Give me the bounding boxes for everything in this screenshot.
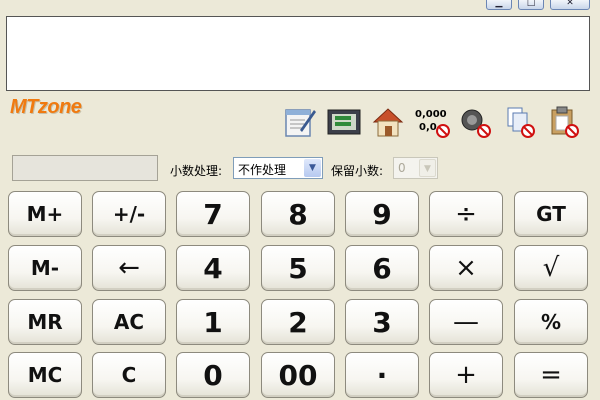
memory-clear-key[interactable]: MC bbox=[8, 352, 82, 398]
history-icon bbox=[327, 109, 361, 135]
sound-button[interactable] bbox=[458, 104, 494, 140]
percent-key[interactable]: % bbox=[514, 299, 588, 345]
all-clear-key[interactable]: AC bbox=[92, 299, 166, 345]
decimal-mode-select[interactable]: 不作处理 ▼ bbox=[233, 157, 323, 179]
digit-5-key[interactable]: 5 bbox=[261, 245, 335, 291]
memory-add-key[interactable]: M+ bbox=[8, 191, 82, 237]
minimize-button[interactable]: ▁ bbox=[486, 0, 512, 10]
digit-8-key[interactable]: 8 bbox=[261, 191, 335, 237]
thousands-top-text: 0,000 bbox=[415, 109, 447, 120]
decimal-places-select[interactable]: 0 ▼ bbox=[393, 157, 438, 179]
copy-button[interactable] bbox=[502, 104, 538, 140]
digit-1-key[interactable]: 1 bbox=[176, 299, 250, 345]
chevron-down-icon: ▼ bbox=[304, 159, 321, 177]
close-button[interactable]: ✕ bbox=[550, 0, 590, 10]
calculator-display bbox=[6, 16, 590, 91]
add-key[interactable]: + bbox=[429, 352, 503, 398]
decimal-places-label: 保留小数: bbox=[331, 164, 384, 178]
notepad-icon bbox=[285, 109, 316, 137]
square-root-key[interactable]: √ bbox=[514, 245, 588, 291]
digit-2-key[interactable]: 2 bbox=[261, 299, 335, 345]
divide-key[interactable]: ÷ bbox=[429, 191, 503, 237]
copy-off-icon bbox=[507, 107, 535, 138]
backspace-key[interactable]: ← bbox=[92, 245, 166, 291]
maximize-button[interactable]: □ bbox=[518, 0, 544, 10]
paste-off-icon bbox=[551, 106, 579, 138]
logo: MTzone bbox=[10, 96, 82, 118]
decimal-mode-value: 不作处理 bbox=[238, 163, 287, 177]
sign-toggle-key[interactable]: +/- bbox=[92, 191, 166, 237]
chevron-down-icon: ▼ bbox=[419, 159, 436, 177]
digit-4-key[interactable]: 4 bbox=[176, 245, 250, 291]
sound-off-icon bbox=[461, 109, 491, 138]
decimal-mode-label: 小数处理: bbox=[170, 164, 223, 178]
subtract-key[interactable]: — bbox=[429, 299, 503, 345]
history-button[interactable] bbox=[326, 104, 362, 140]
memory-subtract-key[interactable]: M- bbox=[8, 245, 82, 291]
thousands-separator-off-icon: 0,000 0,0 bbox=[414, 104, 450, 140]
clear-key[interactable]: C bbox=[92, 352, 166, 398]
digit-9-key[interactable]: 9 bbox=[345, 191, 419, 237]
decimal-places-value: 0 bbox=[398, 161, 406, 175]
digit-7-key[interactable]: 7 bbox=[176, 191, 250, 237]
memory-recall-key[interactable]: MR bbox=[8, 299, 82, 345]
digit-6-key[interactable]: 6 bbox=[345, 245, 419, 291]
digit-3-key[interactable]: 3 bbox=[345, 299, 419, 345]
home-button[interactable] bbox=[370, 104, 406, 140]
notepad-button[interactable] bbox=[282, 104, 318, 140]
digit-0-key[interactable]: 0 bbox=[176, 352, 250, 398]
equals-key[interactable]: = bbox=[514, 352, 588, 398]
thousands-separator-button[interactable]: 0,000 0,0 bbox=[414, 104, 450, 140]
paste-button[interactable] bbox=[546, 104, 582, 140]
multiply-key[interactable]: × bbox=[429, 245, 503, 291]
maximize-icon: □ bbox=[526, 0, 536, 8]
decimal-point-key[interactable]: · bbox=[345, 352, 419, 398]
minimize-icon: ▁ bbox=[495, 0, 503, 8]
home-icon bbox=[372, 108, 404, 137]
memory-display bbox=[12, 155, 158, 181]
thousands-bottom-text: 0,0 bbox=[419, 122, 437, 133]
double-zero-key[interactable]: 00 bbox=[261, 352, 335, 398]
close-icon: ✕ bbox=[566, 0, 574, 8]
grand-total-key[interactable]: GT bbox=[514, 191, 588, 237]
